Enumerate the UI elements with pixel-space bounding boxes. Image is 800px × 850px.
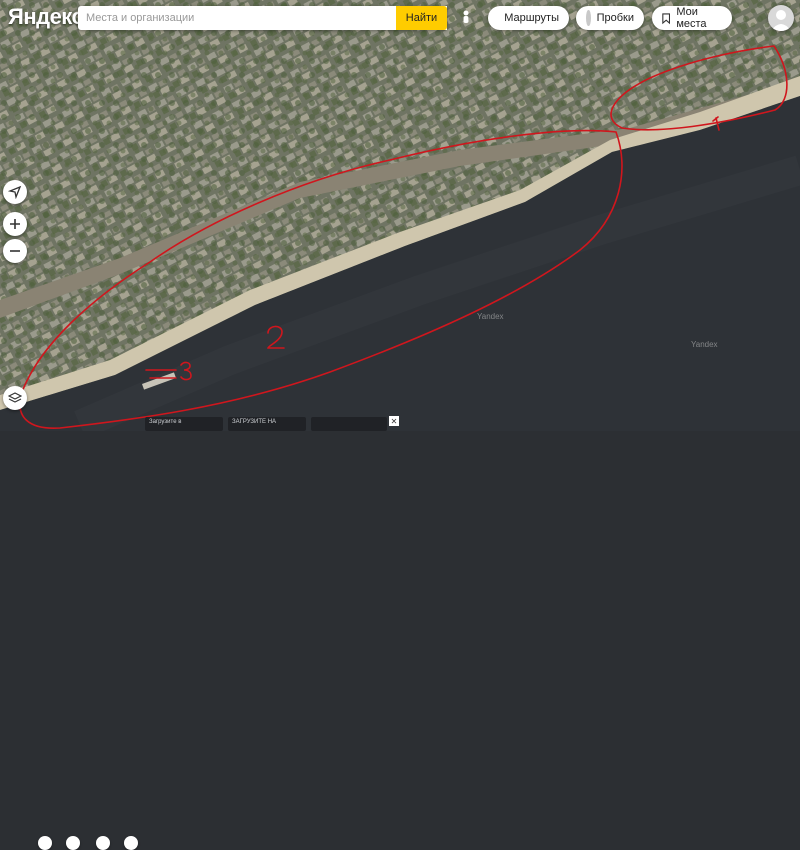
search-mini-button[interactable] bbox=[38, 836, 52, 850]
mini-button[interactable] bbox=[124, 836, 138, 850]
store-badge[interactable] bbox=[311, 417, 387, 431]
navigation-arrow-icon bbox=[8, 185, 22, 199]
map-watermark: Yandex bbox=[477, 312, 504, 321]
navigation-arrow-button[interactable] bbox=[3, 180, 27, 204]
app-store-text: Загрузите в bbox=[149, 419, 181, 425]
user-avatar[interactable] bbox=[768, 5, 794, 31]
zoom-out-button[interactable] bbox=[3, 239, 27, 263]
google-play-badge[interactable]: ЗАГРУЗИТЕ НА bbox=[228, 417, 306, 431]
zoom-in-button[interactable] bbox=[3, 212, 27, 236]
mini-button[interactable] bbox=[96, 836, 110, 850]
my-places-button[interactable]: Мои места bbox=[652, 6, 732, 30]
satellite-map[interactable]: Yandex Yandex bbox=[0, 0, 800, 431]
routes-button[interactable]: Маршруты bbox=[488, 6, 569, 30]
google-play-text: ЗАГРУЗИТЕ НА bbox=[232, 419, 276, 425]
search-input[interactable] bbox=[78, 6, 394, 30]
routes-label: Маршруты bbox=[504, 12, 559, 24]
app-store-badge[interactable]: Загрузите в bbox=[145, 417, 223, 431]
map-imagery bbox=[0, 0, 800, 431]
layers-button[interactable] bbox=[3, 386, 27, 410]
traffic-button[interactable]: Пробки bbox=[576, 6, 644, 30]
zoom-in-icon bbox=[9, 218, 21, 230]
search-box bbox=[78, 6, 447, 30]
yandex-logo[interactable]: Яндекс bbox=[8, 4, 83, 30]
my-places-label: Мои места bbox=[676, 6, 722, 30]
close-icon[interactable]: ✕ bbox=[389, 416, 399, 426]
zoom-out-icon bbox=[9, 245, 21, 257]
bookmark-icon bbox=[662, 12, 670, 25]
map-watermark: Yandex bbox=[691, 340, 718, 349]
layers-icon bbox=[8, 391, 22, 405]
mini-button[interactable] bbox=[66, 836, 80, 850]
traffic-label: Пробки bbox=[597, 12, 634, 24]
user-icon bbox=[768, 5, 794, 31]
top-bar: Яндекс Найти Маршруты Пробки Мои места bbox=[0, 0, 800, 36]
traffic-icon bbox=[586, 10, 591, 26]
find-button[interactable]: Найти bbox=[396, 6, 447, 30]
street-view-icon[interactable] bbox=[461, 10, 471, 26]
